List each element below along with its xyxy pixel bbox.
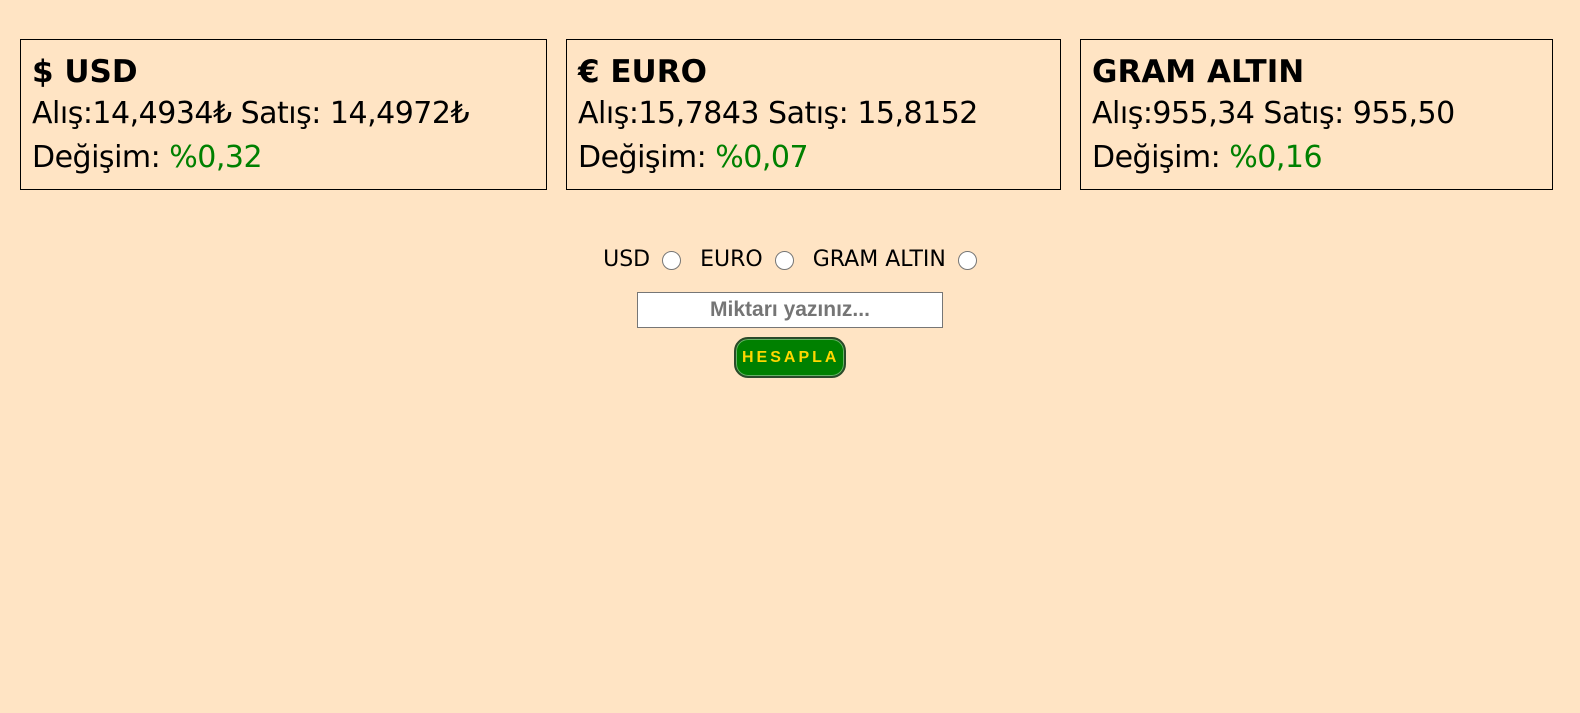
euro-title: € EURO — [578, 54, 707, 90]
amount-input[interactable] — [637, 292, 943, 328]
radio-usd[interactable] — [662, 250, 682, 270]
euro-change-label: Değişim: — [578, 140, 716, 175]
gold-change: Değişim: %0,16 — [1092, 136, 1541, 180]
radio-gold[interactable] — [957, 250, 977, 270]
amount-wrapper — [0, 292, 1580, 328]
option-gold-label: GRAM ALTIN — [812, 247, 946, 272]
usd-change: Değişim: %0,32 — [32, 136, 535, 180]
gold-title: GRAM ALTIN — [1092, 54, 1305, 90]
gold-card: GRAM ALTIN Alış:955,34 Satış: 955,50 Değ… — [1080, 39, 1553, 190]
usd-change-value: %0,32 — [169, 140, 263, 175]
euro-rates: Alış:15,7843 Satış: 15,8152 — [578, 96, 978, 131]
option-euro-label: EURO — [700, 247, 763, 272]
usd-card: $ USD Alış:14,4934₺ Satış: 14,4972₺ Deği… — [20, 39, 547, 190]
calculate-button[interactable]: HESAPLA — [734, 337, 846, 378]
gold-change-label: Değişim: — [1092, 140, 1230, 175]
usd-rates: Alış:14,4934₺ Satış: 14,4972₺ — [32, 96, 470, 131]
euro-card: € EURO Alış:15,7843 Satış: 15,8152 Değiş… — [566, 39, 1061, 190]
gold-rates: Alış:955,34 Satış: 955,50 — [1092, 96, 1455, 131]
radio-euro[interactable] — [774, 250, 794, 270]
calculate-wrapper: HESAPLA — [0, 337, 1580, 378]
euro-change-value: %0,07 — [715, 140, 809, 175]
usd-title: $ USD — [32, 54, 138, 90]
option-usd-label: USD — [603, 247, 651, 272]
euro-change: Değişim: %0,07 — [578, 136, 1049, 180]
option-euro[interactable]: EURO — [700, 244, 794, 276]
currency-selector: USD EURO GRAM ALTIN — [0, 244, 1580, 276]
option-usd[interactable]: USD — [603, 244, 682, 276]
usd-change-label: Değişim: — [32, 140, 170, 175]
option-gold[interactable]: GRAM ALTIN — [813, 244, 977, 276]
gold-change-value: %0,16 — [1229, 140, 1323, 175]
